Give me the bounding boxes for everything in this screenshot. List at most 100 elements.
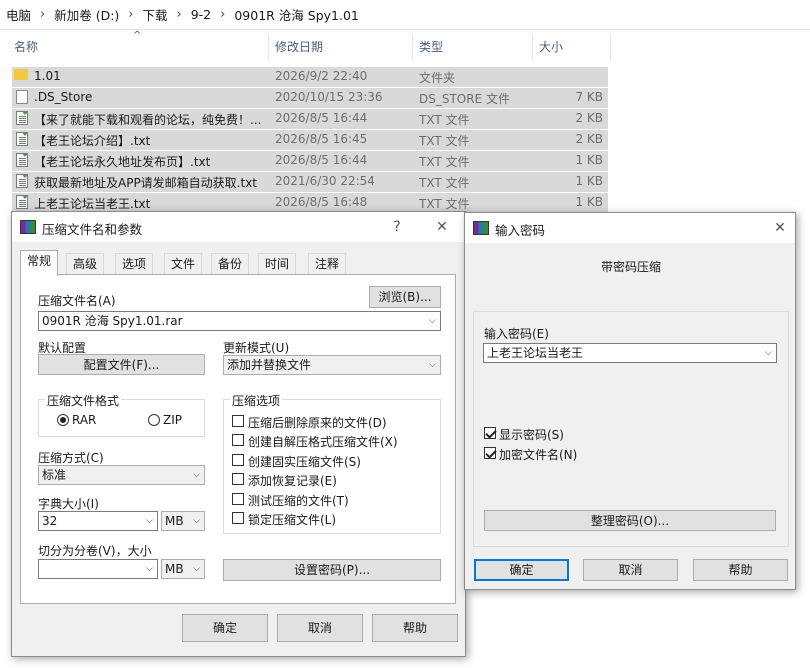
split-volume-size-input[interactable]: ⌵ <box>38 559 158 579</box>
file-row[interactable]: 【来了就能下载和观看的论坛，纯免费！... 2026/8/5 16:44 TXT… <box>12 109 608 129</box>
file-size: 2 KB <box>575 132 603 146</box>
file-date: 2026/8/5 16:48 <box>275 195 368 209</box>
chevron-right-icon[interactable]: › <box>125 7 136 22</box>
chevron-down-icon[interactable]: ⌵ <box>146 560 153 578</box>
file-row[interactable]: 【老王论坛介绍】.txt 2026/8/5 16:45 TXT 文件 2 KB <box>12 130 608 150</box>
column-header-date[interactable]: 修改日期 <box>271 34 411 60</box>
encrypt-filenames-checkbox[interactable] <box>484 447 496 459</box>
winrar-icon <box>20 220 36 234</box>
tab-backup[interactable]: 备份 <box>211 253 250 275</box>
chevron-right-icon[interactable]: › <box>37 7 48 22</box>
file-date: 2021/6/30 22:54 <box>275 174 375 188</box>
breadcrumb-folder-9-2[interactable]: 9-2 <box>185 7 217 22</box>
chevron-down-icon[interactable]: ⌵ <box>429 356 436 374</box>
chevron-down-icon[interactable]: ⌵ <box>765 344 772 362</box>
dictionary-unit-value: MB <box>165 514 184 528</box>
lock-archive-checkbox[interactable] <box>232 512 244 524</box>
profiles-button[interactable]: 配置文件(F)... <box>38 354 205 375</box>
text-file-icon <box>16 174 28 188</box>
dictionary-unit-select[interactable]: MB ⌵ <box>161 511 205 531</box>
ok-button[interactable]: 确定 <box>182 614 268 642</box>
delete-after-archiving-checkbox[interactable] <box>232 415 244 427</box>
file-size: 7 KB <box>575 90 603 104</box>
set-password-button[interactable]: 设置密码(P)... <box>223 559 441 581</box>
split-volume-unit-value: MB <box>165 562 184 576</box>
organize-passwords-button[interactable]: 整理密码(O)... <box>484 510 776 531</box>
recovery-record-checkbox[interactable] <box>232 473 244 485</box>
file-name: 【老王论坛介绍】.txt <box>34 134 151 148</box>
breadcrumb-downloads[interactable]: 下载 <box>137 5 174 24</box>
help-icon[interactable]: ? <box>382 215 412 239</box>
file-type: TXT 文件 <box>419 197 470 211</box>
cancel-button[interactable]: 取消 <box>583 559 678 581</box>
delete-after-archiving-label: 压缩后删除原来的文件(D) <box>248 416 387 430</box>
tab-options[interactable]: 选项 <box>115 253 154 275</box>
column-divider[interactable] <box>532 34 533 61</box>
file-type: TXT 文件 <box>419 134 470 148</box>
dictionary-size-select[interactable]: 32 ⌵ <box>38 511 158 531</box>
chevron-down-icon[interactable]: ⌵ <box>193 512 200 530</box>
file-row[interactable]: 1.01 2026/9/2 22:40 文件夹 <box>12 67 608 87</box>
file-row[interactable]: .DS_Store 2020/10/15 23:36 DS_STORE 文件 7… <box>12 88 608 108</box>
folder-icon <box>14 69 28 80</box>
close-icon[interactable]: ✕ <box>427 215 457 239</box>
password-input[interactable]: 上老王论坛当老王 ⌵ <box>483 343 777 363</box>
chevron-right-icon[interactable]: › <box>174 7 185 22</box>
split-volumes-label: 切分为分卷(V)，大小 <box>38 544 152 558</box>
create-solid-checkbox[interactable] <box>232 454 244 466</box>
create-solid-label: 创建固实压缩文件(S) <box>248 455 361 469</box>
column-divider[interactable] <box>268 34 269 61</box>
file-size: 1 KB <box>575 174 603 188</box>
tab-comment[interactable]: 注释 <box>308 253 347 275</box>
format-rar-radio[interactable] <box>57 414 69 426</box>
browse-button[interactable]: 浏览(B)... <box>369 286 441 308</box>
help-button[interactable]: 帮助 <box>372 614 458 642</box>
show-password-label: 显示密码(S) <box>499 428 564 442</box>
chevron-down-icon[interactable]: ⌵ <box>193 560 200 578</box>
tab-files[interactable]: 文件 <box>164 253 203 275</box>
column-divider[interactable] <box>610 34 611 61</box>
file-date: 2026/8/5 16:44 <box>275 153 368 167</box>
dialog-title: 输入密码 <box>495 223 546 238</box>
archive-name-input[interactable]: 0901R 沧海 Spy1.01.rar ⌵ <box>38 311 441 331</box>
encrypt-filenames-label: 加密文件名(N) <box>499 448 578 462</box>
help-button[interactable]: 帮助 <box>693 559 788 581</box>
file-date: 2026/9/2 22:40 <box>275 69 368 83</box>
tab-advanced[interactable]: 高级 <box>66 253 105 275</box>
column-divider[interactable] <box>412 34 413 61</box>
chevron-down-icon[interactable]: ⌵ <box>193 466 200 484</box>
create-sfx-checkbox[interactable] <box>232 434 244 446</box>
dialog-titlebar[interactable]: 压缩文件名和参数 ? ✕ <box>12 212 465 242</box>
test-archived-checkbox[interactable] <box>232 493 244 505</box>
column-header-size[interactable]: 大小 <box>535 34 605 60</box>
show-password-checkbox[interactable] <box>484 427 496 439</box>
file-row[interactable]: 【老王论坛永久地址发布页】.txt 2026/8/5 16:44 TXT 文件 … <box>12 151 608 171</box>
chevron-right-icon[interactable]: › <box>217 7 228 22</box>
column-header-name[interactable]: 名称 <box>10 34 268 60</box>
close-icon[interactable]: ✕ <box>765 216 795 240</box>
password-label: 输入密码(E) <box>484 327 549 341</box>
file-type: DS_STORE 文件 <box>419 92 510 106</box>
split-volume-unit-select[interactable]: MB ⌵ <box>161 559 205 579</box>
file-name: 上老王论坛当老王.txt <box>34 197 151 211</box>
file-row[interactable]: 获取最新地址及APP请发邮箱自动获取.txt 2021/6/30 22:54 T… <box>12 172 608 192</box>
cancel-button[interactable]: 取消 <box>277 614 363 642</box>
chevron-down-icon[interactable]: ⌵ <box>429 312 436 330</box>
file-row[interactable]: 上老王论坛当老王.txt 2026/8/5 16:48 TXT 文件 1 KB <box>12 193 608 213</box>
archive-format-label: 压缩文件格式 <box>45 392 122 409</box>
breadcrumb-current-folder[interactable]: 0901R 沧海 Spy1.01 <box>228 5 365 24</box>
format-zip-radio[interactable] <box>148 414 160 426</box>
ok-button[interactable]: 确定 <box>474 559 569 581</box>
chevron-down-icon[interactable]: ⌵ <box>146 512 153 530</box>
tab-time[interactable]: 时间 <box>258 253 297 275</box>
update-mode-select[interactable]: 添加并替换文件 ⌵ <box>223 355 441 375</box>
breadcrumb-drive[interactable]: 新加卷 (D:) <box>48 5 125 24</box>
dialog-titlebar[interactable]: 输入密码 ✕ <box>465 213 795 243</box>
archive-name-label: 压缩文件名(A) <box>38 294 116 308</box>
dialog-title: 压缩文件名和参数 <box>42 222 143 237</box>
column-header-type[interactable]: 类型 <box>415 34 530 60</box>
breadcrumb-pc[interactable]: 电脑 <box>0 5 37 24</box>
breadcrumb: 电脑 › 新加卷 (D:) › 下载 › 9-2 › 0901R 沧海 Spy1… <box>0 0 810 30</box>
compression-method-select[interactable]: 标准 ⌵ <box>38 465 205 485</box>
tab-general[interactable]: 常规 <box>20 250 59 276</box>
